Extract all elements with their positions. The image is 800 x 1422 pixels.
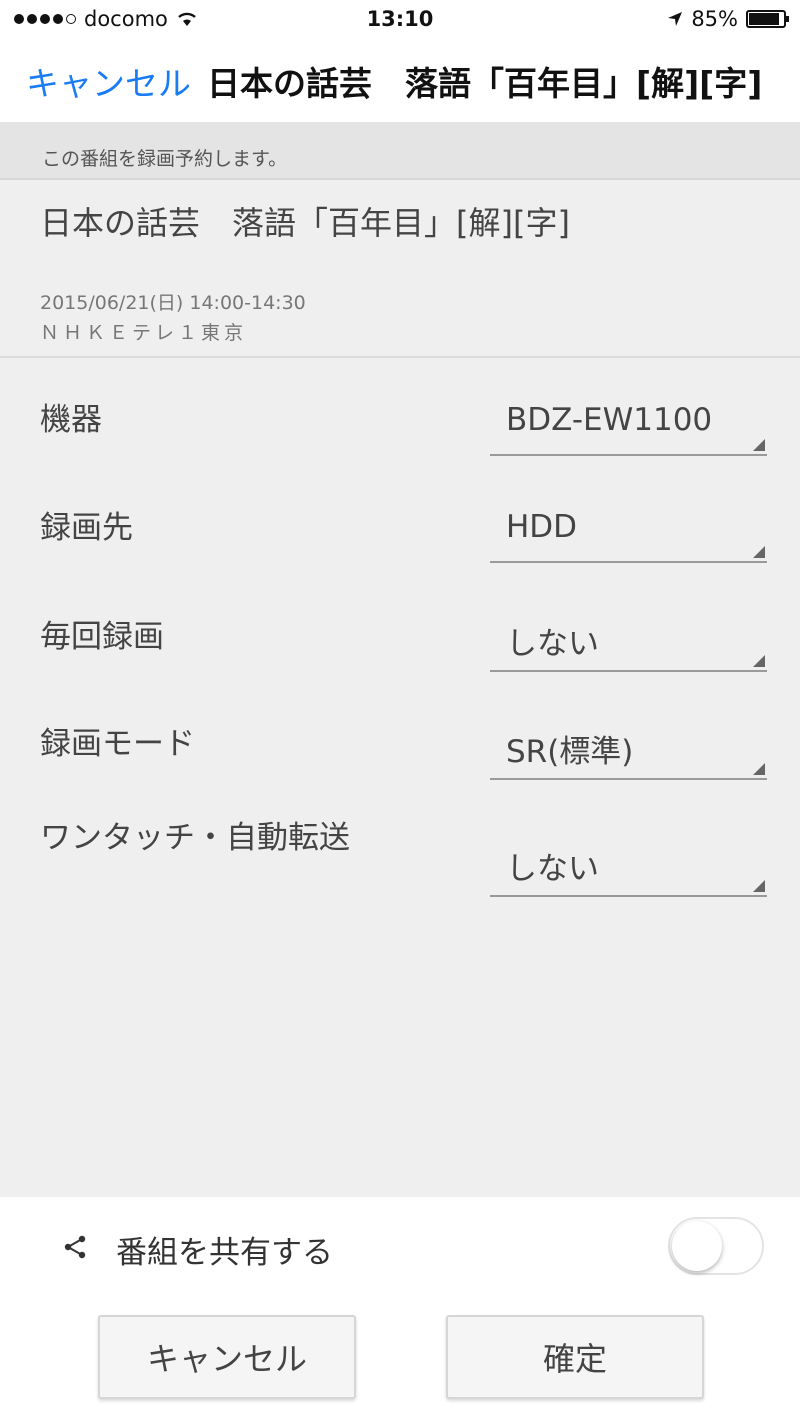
battery-percent: 85% xyxy=(691,7,738,31)
repeat-label: 毎回録画 xyxy=(40,619,164,655)
program-channel: ＮＨＫＥテレ１東京 xyxy=(40,322,248,344)
destination-select[interactable]: HDD xyxy=(490,503,767,563)
location-arrow-icon xyxy=(668,12,683,26)
program-info: 日本の話芸 落語「百年目」[解][字] 2015/06/21(日) 14:00-… xyxy=(0,180,800,358)
transfer-label: ワンタッチ・自動転送 xyxy=(40,820,350,856)
device-label: 機器 xyxy=(40,402,102,438)
nav-cancel-button[interactable]: キャンセル xyxy=(26,57,191,105)
nav-title: 日本の話芸 落語「百年目」[解][字] xyxy=(207,64,763,103)
dropdown-triangle-icon xyxy=(753,763,765,775)
program-title: 日本の話芸 落語「百年目」[解][字] xyxy=(40,204,570,242)
mode-value: SR(標準) xyxy=(506,734,634,770)
status-bar: docomo 13:10 85% xyxy=(0,0,800,40)
battery-icon xyxy=(746,10,789,28)
repeat-value: しない xyxy=(506,626,599,662)
transfer-value: しない xyxy=(506,851,599,887)
toggle-knob xyxy=(672,1221,722,1271)
destination-label: 録画先 xyxy=(40,510,133,546)
dropdown-triangle-icon xyxy=(753,546,765,558)
device-value: BDZ-EW1100 xyxy=(506,402,713,438)
nav-bar: キャンセル 日本の話芸 落語「百年目」[解][字] xyxy=(0,40,800,122)
status-right: 85% xyxy=(667,7,789,31)
dropdown-triangle-icon xyxy=(753,880,765,892)
share-label: 番組を共有する xyxy=(116,1235,333,1271)
dropdown-triangle-icon xyxy=(753,439,765,451)
cancel-button[interactable]: キャンセル xyxy=(98,1315,356,1399)
program-datetime: 2015/06/21(日) 14:00-14:30 xyxy=(40,292,306,314)
transfer-select[interactable]: しない xyxy=(490,837,767,897)
share-toggle[interactable] xyxy=(668,1217,764,1275)
confirm-button[interactable]: 確定 xyxy=(446,1315,704,1399)
device-select[interactable]: BDZ-EW1100 xyxy=(490,396,767,456)
reservation-notice: この番組を録画予約します。 xyxy=(0,122,800,180)
dropdown-triangle-icon xyxy=(753,655,765,667)
mode-select[interactable]: SR(標準) xyxy=(490,720,767,780)
bottom-panel: 番組を共有する キャンセル 確定 xyxy=(0,1197,800,1422)
mode-label: 録画モード xyxy=(40,726,195,762)
destination-value: HDD xyxy=(506,509,578,545)
share-row: 番組を共有する xyxy=(0,1217,800,1277)
repeat-select[interactable]: しない xyxy=(490,612,767,672)
share-icon xyxy=(64,1235,86,1259)
